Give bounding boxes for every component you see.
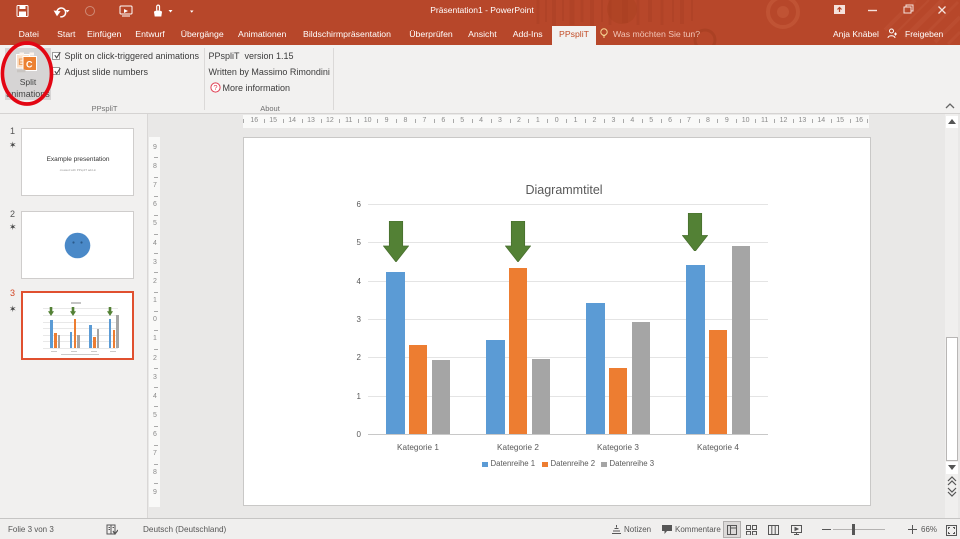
svg-text:?: ? — [213, 83, 217, 92]
